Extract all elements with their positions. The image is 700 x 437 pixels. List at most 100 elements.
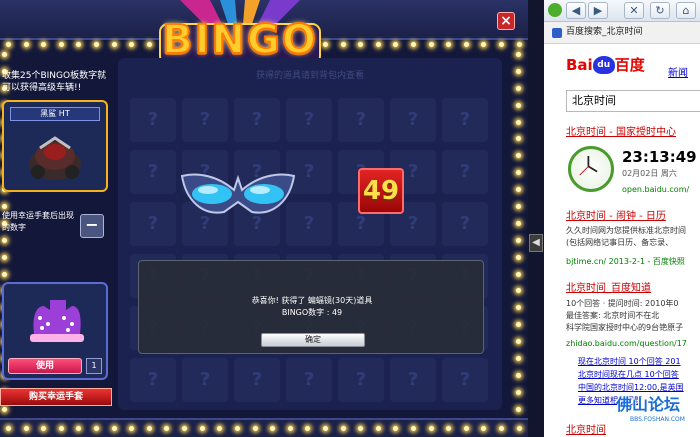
light-bulb [6, 42, 11, 47]
sub-link-1[interactable]: 现在北京时间 10个回答 201 [578, 356, 681, 367]
light-bulb [129, 42, 135, 47]
board-cell: ? [286, 358, 332, 402]
light-bulb [58, 42, 64, 47]
logo-suffix: 百度 [614, 56, 645, 74]
browser-window: ◀ ▶ ✕ ↻ ⌂ 百度搜索_北京时间 Bai du 百度 新闻 北京时间 北京时间… [544, 0, 700, 437]
board-cell: ? [390, 98, 436, 142]
board-cell: ? [130, 358, 176, 402]
light-bulb [182, 426, 188, 431]
board-cell: ? [234, 358, 280, 402]
confirm-button[interactable]: 确定 [261, 333, 365, 347]
result-url-3[interactable]: zhidao.baidu.com/question/17 [566, 338, 687, 349]
light-bulb [23, 42, 29, 47]
panel-divider: ◀ [528, 0, 544, 437]
light-bulb [481, 426, 487, 431]
light-bulb [111, 426, 117, 431]
light-bulbs-bottom [6, 426, 522, 431]
result-desc-2b: (包括网络记事日历、备忘录、 [566, 238, 674, 247]
result-url-2[interactable]: bjtime.cn/ 2013-2-1 - 百度快照 [566, 256, 685, 267]
light-bulb [481, 42, 487, 47]
result-title-3[interactable]: 北京时间_百度知道 [566, 282, 651, 295]
light-bulb [358, 42, 364, 47]
forum-watermark-url: BBS.FOSHAN.COM [630, 416, 685, 423]
result-title-2[interactable]: 北京时间 - 闹钟 - 日历 [566, 210, 666, 223]
logo-text: BINGO [161, 17, 318, 63]
drawn-number: 49 [358, 168, 404, 214]
light-bulb [516, 254, 521, 260]
light-bulb [23, 426, 29, 431]
collapse-arrow-icon[interactable]: ◀ [529, 234, 543, 252]
board-cell: ? [182, 98, 228, 142]
lucky-number-row: 使用幸运手套后出现的数字 − [2, 208, 110, 242]
light-bulb [516, 220, 521, 226]
light-bulb [76, 426, 82, 431]
home-button[interactable]: ⌂ [676, 2, 696, 19]
light-bulb [94, 426, 100, 431]
bingo-board: 获得的道具请到背包内查看 ???????????????????????????… [118, 58, 502, 410]
light-bulb [375, 426, 381, 431]
light-bulb [287, 426, 293, 431]
light-bulb [393, 426, 399, 431]
board-cell: ? [338, 98, 384, 142]
light-bulb [58, 426, 64, 431]
board-cell: ? [234, 98, 280, 142]
result-desc-3a: 10个回答 · 提问时间: 2010年0 [566, 299, 679, 308]
stop-button[interactable]: ✕ [624, 2, 644, 19]
forum-watermark: 佛山论坛 [616, 395, 681, 414]
light-bulb [2, 52, 7, 57]
light-bulb [375, 42, 381, 47]
light-bulb [516, 68, 521, 74]
light-bulb [252, 426, 258, 431]
buy-lucky-glove-button[interactable]: 购买幸运手套 [0, 388, 112, 406]
result-title-1[interactable]: 北京时间 - 国家授时中心 [566, 126, 676, 139]
light-bulb [516, 136, 521, 142]
light-bulbs-right [516, 52, 521, 412]
board-cell: ? [442, 358, 488, 402]
light-bulb [129, 426, 135, 431]
baidu-paw-icon: du [592, 56, 615, 74]
light-bulb [516, 52, 521, 57]
light-bulb [164, 426, 170, 431]
browser-logo-icon [548, 3, 562, 17]
light-bulb [516, 322, 521, 328]
board-cell: ? [338, 358, 384, 402]
reward-car-card: 黑鲨 HT [2, 100, 108, 192]
minus-button[interactable]: − [80, 214, 104, 238]
result-desc-3c: 科学院国家授时中心的9台铯原子 [566, 323, 684, 332]
sub-link-2[interactable]: 北京时间现在几点 10个回答 [578, 369, 679, 380]
baidu-logo[interactable]: Bai du 百度 [566, 56, 645, 74]
forward-button[interactable]: ▶ [588, 2, 608, 19]
back-button[interactable]: ◀ [566, 2, 586, 19]
light-bulb [516, 102, 521, 108]
browser-toolbar: ◀ ▶ ✕ ↻ ⌂ [544, 0, 700, 22]
light-bulb [340, 42, 346, 47]
light-bulb [516, 153, 521, 159]
close-button[interactable]: × [497, 12, 515, 30]
result-title-4[interactable]: 北京时间 [566, 424, 606, 437]
light-bulb [411, 42, 417, 47]
light-bulb [428, 42, 434, 47]
light-bulb [393, 42, 399, 47]
light-bulb [41, 426, 47, 431]
left-column: 收集25个BINGO板数字就可以获得高级车辆!! 黑鲨 HT 使用幸运手套后出现… [0, 62, 112, 412]
light-bulb [516, 339, 521, 345]
light-bulb [516, 42, 522, 47]
board-cell: ? [182, 358, 228, 402]
collect-instructions: 收集25个BINGO板数字就可以获得高级车辆!! [2, 71, 107, 93]
car-icon [29, 136, 81, 180]
use-glove-button[interactable]: 使用 [8, 358, 82, 374]
browser-tab[interactable]: 百度搜索_北京时间 [544, 22, 700, 44]
refresh-button[interactable]: ↻ [650, 2, 670, 19]
sub-link-3[interactable]: 中国的北京时间12:00,是英国 [578, 382, 684, 393]
result-desc-2a: 久久时间网为您提供标准北京时间 [566, 226, 686, 235]
tab-title: 百度搜索_北京时间 [566, 27, 643, 37]
search-input[interactable]: 北京时间 [566, 90, 700, 112]
light-bulb [516, 119, 521, 125]
news-link[interactable]: 新闻 [668, 68, 688, 80]
light-bulb [499, 42, 505, 47]
glove-count: 1 [86, 358, 102, 374]
light-bulb [446, 42, 452, 47]
light-bulb [446, 426, 452, 431]
light-bulb [41, 42, 47, 47]
screen: BINGO × 收集25个BINGO板数字就可以获得高级车辆!! 黑鲨 HT 使… [0, 0, 700, 437]
